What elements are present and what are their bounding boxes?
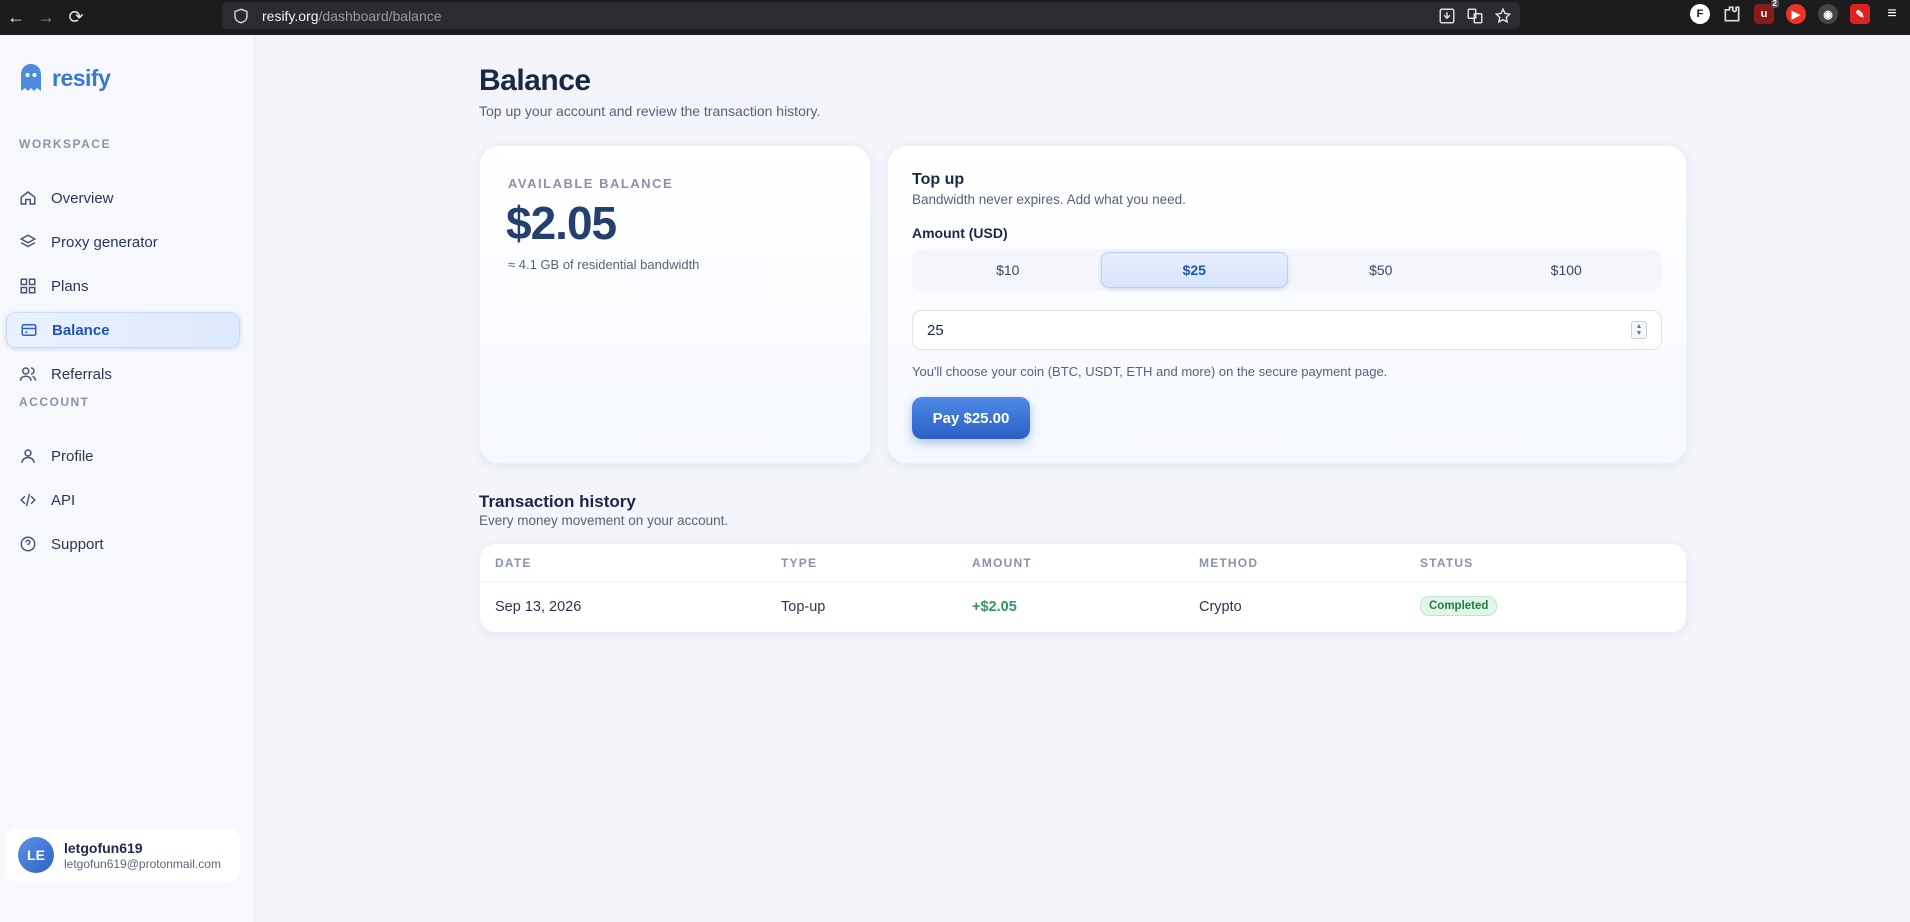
sidebar-item-profile[interactable]: Profile bbox=[6, 438, 240, 474]
pay-button[interactable]: Pay $25.00 bbox=[912, 397, 1030, 439]
topup-card: Top up Bandwidth never expires. Add what… bbox=[887, 145, 1687, 464]
history-subtitle: Every money movement on your account. bbox=[479, 513, 729, 528]
ghost-logo-icon bbox=[21, 64, 41, 91]
forward-icon[interactable]: → bbox=[32, 4, 60, 32]
sidebar-item-api[interactable]: API bbox=[6, 482, 240, 518]
star-icon[interactable] bbox=[1494, 7, 1512, 25]
layers-icon bbox=[19, 234, 37, 248]
sidebar-item-label: Profile bbox=[51, 447, 94, 465]
sidebar-item-referrals[interactable]: Referrals bbox=[6, 356, 240, 392]
sidebar-item-overview[interactable]: Overview bbox=[6, 180, 240, 216]
amount-label: Amount (USD) bbox=[912, 225, 1008, 241]
preset-50-button[interactable]: $50 bbox=[1288, 252, 1474, 288]
shield-icon bbox=[234, 7, 248, 24]
sidebar-item-label: Plans bbox=[51, 277, 89, 295]
user-email: letgofun619@protonmail.com bbox=[64, 856, 221, 871]
cell-type: Top-up bbox=[781, 599, 826, 615]
workspace-section-label: WORKSPACE bbox=[19, 137, 111, 151]
amount-preset-group: $10 $25 $50 $100 bbox=[912, 249, 1662, 291]
help-icon bbox=[20, 536, 36, 552]
chevron-up-icon: ▲ bbox=[1635, 323, 1643, 330]
extension-pen-icon[interactable]: ✎ bbox=[1850, 4, 1870, 24]
avatar: LE bbox=[18, 837, 54, 873]
logo[interactable]: resify bbox=[18, 63, 111, 93]
page-title: Balance bbox=[479, 64, 591, 97]
sidebar-item-support[interactable]: Support bbox=[6, 526, 240, 562]
column-header-amount: AMOUNT bbox=[972, 556, 1032, 570]
history-title: Transaction history bbox=[479, 492, 636, 511]
menu-icon[interactable]: ≡ bbox=[1882, 4, 1902, 24]
column-header-method: METHOD bbox=[1199, 556, 1259, 570]
sidebar-item-label: API bbox=[51, 491, 76, 509]
balance-label: AVAILABLE BALANCE bbox=[508, 176, 674, 191]
extension-f-icon[interactable]: F bbox=[1690, 4, 1710, 24]
user-icon bbox=[21, 449, 35, 463]
user-card[interactable]: LE letgofun619 letgofun619@protonmail.co… bbox=[6, 829, 240, 881]
amount-stepper[interactable]: ▲ ▼ bbox=[1631, 321, 1647, 339]
cell-method: Crypto bbox=[1199, 599, 1242, 615]
balance-card: AVAILABLE BALANCE $2.05 ≈ 4.1 GB of resi… bbox=[479, 145, 871, 464]
sidebar-item-label: Referrals bbox=[51, 365, 112, 383]
sidebar-item-label: Proxy generator bbox=[51, 233, 158, 251]
sidebar: resify WORKSPACE Overview Proxy generato… bbox=[0, 35, 255, 922]
status-badge: Completed bbox=[1420, 596, 1498, 616]
browser-toolbar: ← → ⟳ resify.org/dashboard/balance F u2 … bbox=[0, 0, 1910, 35]
page-subtitle: Top up your account and review the trans… bbox=[479, 103, 821, 119]
reload-icon[interactable]: ⟳ bbox=[62, 4, 90, 32]
sidebar-item-balance[interactable]: Balance bbox=[6, 312, 240, 348]
home-icon bbox=[20, 191, 36, 205]
brand-name: resify bbox=[52, 64, 111, 91]
sidebar-item-label: Support bbox=[51, 535, 104, 553]
sidebar-item-plans[interactable]: Plans bbox=[6, 268, 240, 304]
balance-value: $2.05 bbox=[506, 197, 617, 249]
preset-25-button[interactable]: $25 bbox=[1100, 252, 1288, 288]
download-icon[interactable] bbox=[1438, 7, 1456, 25]
cell-date: Sep 13, 2026 bbox=[495, 599, 582, 615]
url-host: resify.org bbox=[262, 7, 319, 24]
grid-icon bbox=[20, 278, 36, 294]
sidebar-item-label: Overview bbox=[51, 189, 114, 207]
topup-title: Top up bbox=[912, 171, 965, 188]
sidebar-item-proxy-generator[interactable]: Proxy generator bbox=[6, 224, 240, 260]
preset-10-button[interactable]: $10 bbox=[915, 252, 1101, 288]
table-header: DATE TYPE AMOUNT METHOD STATUS bbox=[480, 544, 1686, 582]
code-icon bbox=[20, 493, 36, 507]
transaction-table: DATE TYPE AMOUNT METHOD STATUS Sep 13, 2… bbox=[479, 543, 1687, 633]
user-name: letgofun619 bbox=[64, 839, 143, 856]
column-header-type: TYPE bbox=[781, 556, 818, 570]
account-section-label: ACCOUNT bbox=[19, 395, 90, 409]
back-icon[interactable]: ← bbox=[2, 4, 30, 32]
preset-100-button[interactable]: $100 bbox=[1474, 252, 1660, 288]
address-bar[interactable]: resify.org/dashboard/balance bbox=[222, 2, 1520, 29]
balance-note: ≈ 4.1 GB of residential bandwidth bbox=[508, 257, 700, 272]
extension-spy-icon[interactable]: ◉ bbox=[1818, 4, 1838, 24]
topup-subtitle: Bandwidth never expires. Add what you ne… bbox=[912, 192, 1186, 207]
column-header-status: STATUS bbox=[1420, 556, 1474, 570]
translate-icon[interactable] bbox=[1466, 7, 1484, 25]
puzzle-icon[interactable] bbox=[1722, 4, 1742, 24]
payment-hint: You'll choose your coin (BTC, USDT, ETH … bbox=[912, 364, 1388, 379]
url-path: /dashboard/balance bbox=[318, 7, 442, 24]
card-icon bbox=[21, 324, 37, 336]
chevron-down-icon: ▼ bbox=[1635, 330, 1643, 337]
cell-amount: +$2.05 bbox=[972, 599, 1017, 615]
amount-input[interactable] bbox=[912, 310, 1662, 350]
extension-ublock-icon[interactable]: u2 bbox=[1754, 0, 1779, 24]
column-header-date: DATE bbox=[495, 556, 532, 570]
extension-badge: 2 bbox=[1770, 0, 1779, 8]
sidebar-item-label: Balance bbox=[52, 321, 110, 339]
users-icon bbox=[19, 367, 37, 381]
extension-youtube-icon[interactable]: ▶ bbox=[1786, 4, 1806, 24]
